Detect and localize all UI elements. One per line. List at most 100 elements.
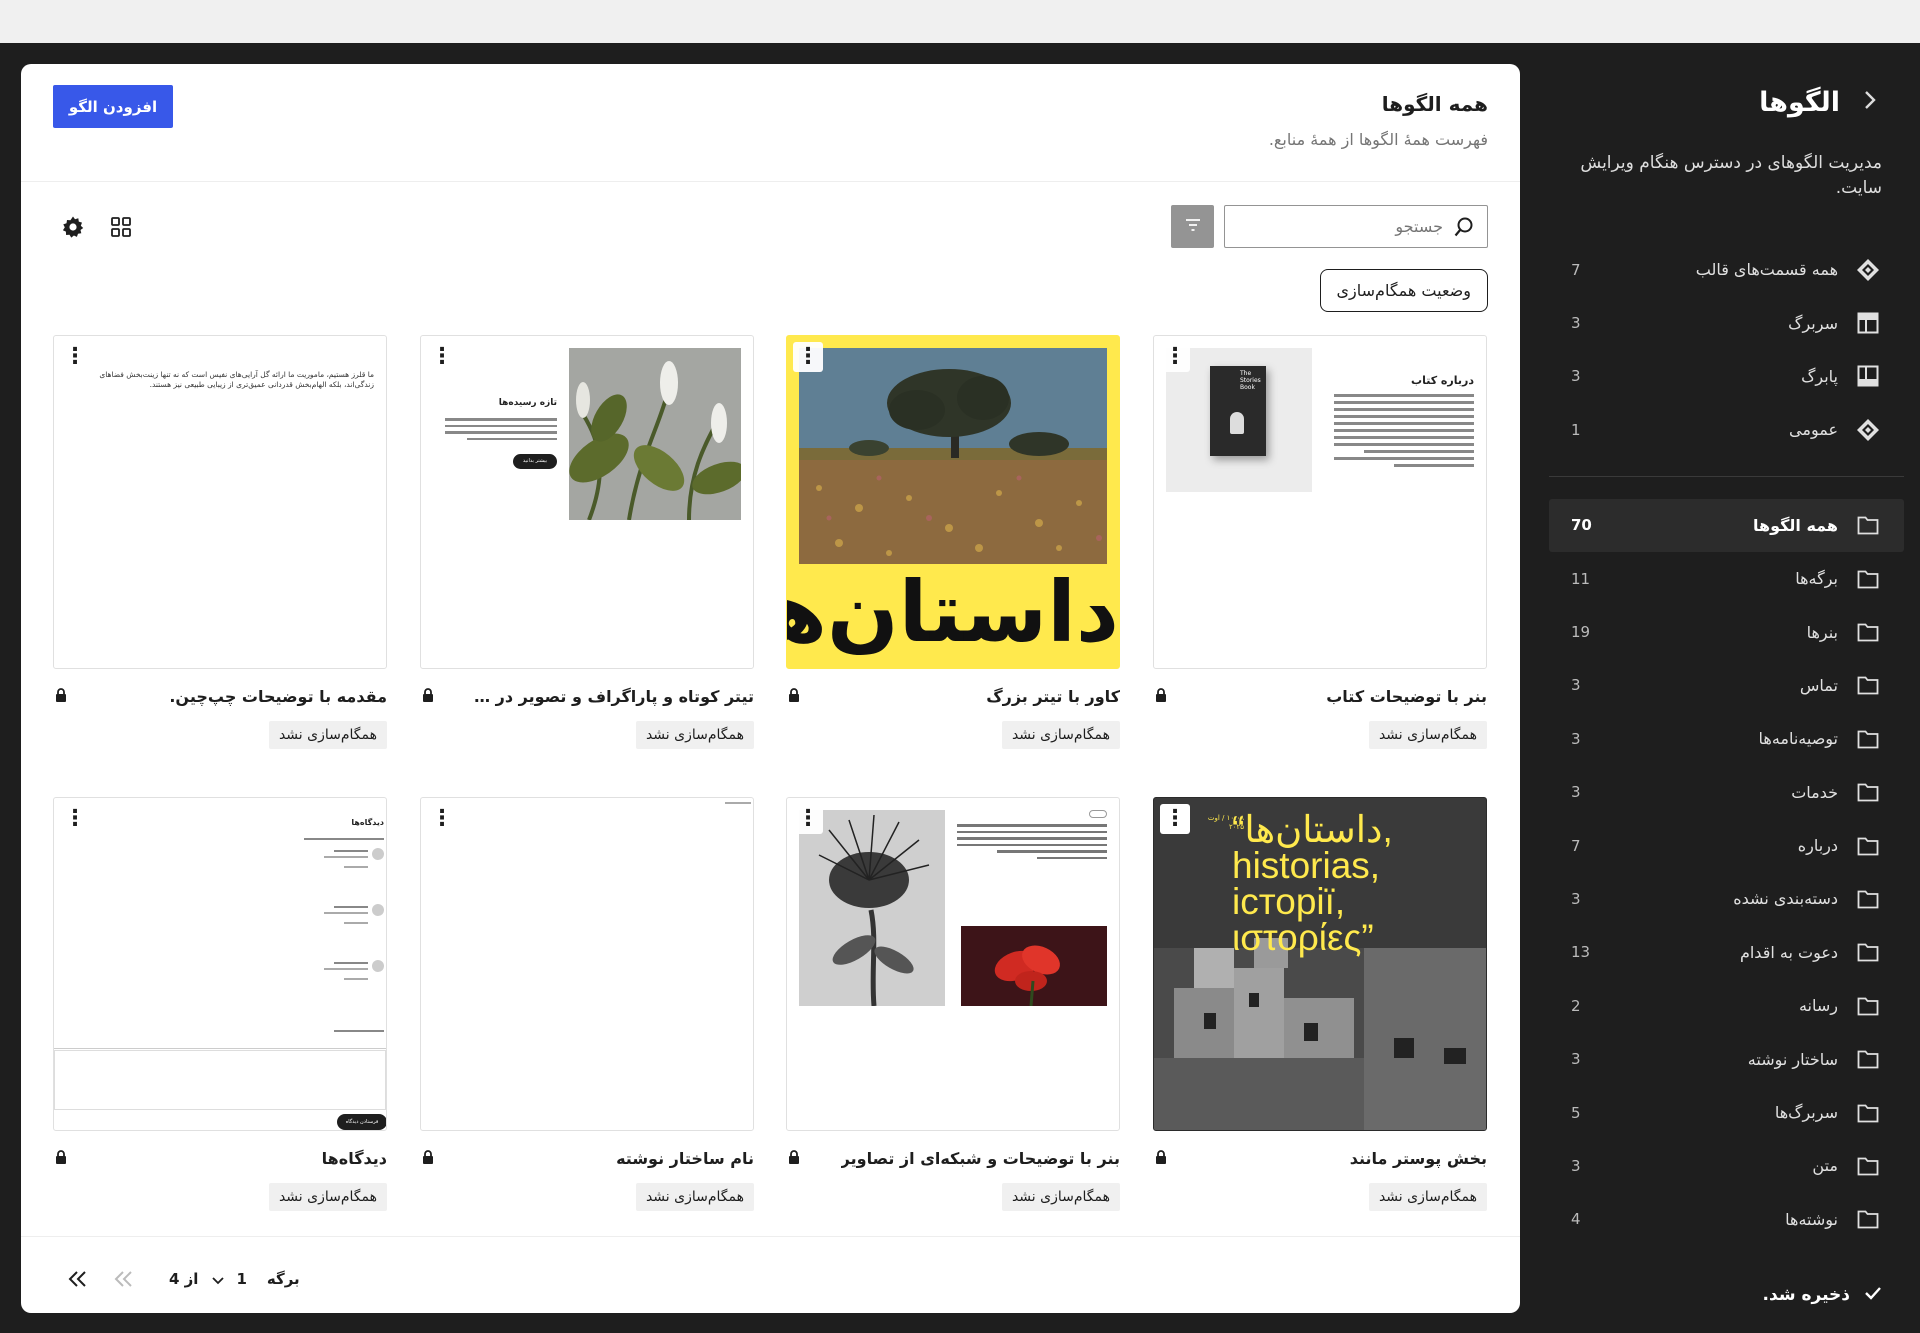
page-count: از 4 (169, 1270, 199, 1288)
more-options-icon[interactable]: ⋮ (60, 804, 90, 834)
sidebar-category-item[interactable]: توصیه‌نامه‌ها 3 (1549, 712, 1904, 765)
sidebar-item-count: 3 (1571, 367, 1581, 386)
sync-status-badge: همگام‌سازی نشد (1368, 721, 1487, 749)
next-page-icon (107, 1262, 141, 1296)
page-subtitle: فهرست همهٔ الگوها از همهٔ منابع. (1268, 130, 1488, 149)
page-title: همه الگوها (1381, 92, 1488, 116)
pattern-preview[interactable]: دیدگاه‌ها فرستادن دیدگاه ⋮ (53, 797, 387, 1131)
page-select[interactable]: 1 (212, 1270, 247, 1289)
sidebar-category-item[interactable]: درباره 7 (1549, 819, 1904, 872)
sidebar-category-count: 5 (1571, 1103, 1581, 1122)
lock-icon (420, 688, 434, 704)
sidebar-category-count: 11 (1571, 569, 1591, 588)
sidebar-category-item[interactable]: رسانه 2 (1549, 979, 1904, 1032)
sidebar-category-count: 4 (1571, 1210, 1581, 1229)
sidebar-category-label: خدمات (1791, 782, 1838, 802)
pattern-preview[interactable]: تازه رسیده‌ها بیشتر بدانید ⋮ (420, 335, 754, 669)
grid-view-icon[interactable] (109, 215, 133, 239)
sidebar-item-header[interactable]: سربرگ 3 (1549, 296, 1904, 349)
sidebar-category-count: 3 (1571, 1156, 1581, 1175)
lock-icon (786, 688, 800, 704)
book-about-heading: درباره کتاب (1411, 374, 1474, 387)
folder-icon (1854, 671, 1882, 699)
sidebar-category-count: 3 (1571, 676, 1581, 695)
pattern-title[interactable]: بخش پوستر مانند (1350, 1149, 1487, 1168)
pattern-title[interactable]: دیدگاه‌ها (322, 1149, 387, 1168)
filter-button[interactable] (1171, 205, 1214, 248)
sidebar-category-item[interactable]: نوشته‌ها 4 (1549, 1193, 1904, 1246)
filter-icon (1183, 216, 1203, 238)
more-options-icon[interactable]: ⋮ (1160, 342, 1190, 372)
sidebar-item-count: 3 (1571, 314, 1581, 333)
folder-icon (1854, 1152, 1882, 1180)
sidebar-item-general[interactable]: عمومی 1 (1549, 403, 1904, 456)
post-name-line (725, 802, 751, 804)
banner-tag (1089, 810, 1107, 818)
pattern-card: ⋮ نام ساختار نوشته همگام‌سازی نشد (420, 797, 754, 1211)
pattern-title[interactable]: نام ساختار نوشته (616, 1149, 754, 1168)
more-options-icon[interactable]: ⋮ (427, 342, 457, 372)
meadow-photo (799, 348, 1107, 564)
sync-status-badge: همگام‌سازی نشد (635, 721, 754, 749)
sidebar-category-count: 3 (1571, 1050, 1581, 1069)
sidebar-category-count: 3 (1571, 889, 1581, 908)
add-pattern-button[interactable]: افزودن الگو (53, 85, 173, 128)
lock-icon (1153, 1150, 1167, 1166)
sidebar-item-label: همه قسمت‌های قالب (1695, 260, 1838, 280)
sync-status-badge: همگام‌سازی نشد (1001, 1183, 1120, 1211)
pattern-preview[interactable]: ⋮ (786, 797, 1120, 1131)
last-page-icon[interactable] (61, 1262, 95, 1296)
sidebar-category-label: برگه‌ها (1795, 569, 1838, 589)
pattern-title[interactable]: بنر با توضیحات و شبکه‌ای از تصاویر (841, 1149, 1120, 1168)
sidebar-item-all-template-parts[interactable]: همه قسمت‌های قالب 7 (1549, 243, 1904, 296)
plant-photo (569, 348, 741, 520)
sidebar-item-label: سربرگ (1788, 313, 1838, 333)
pattern-title[interactable]: کاور با تیتر بزرگ (986, 687, 1120, 706)
more-options-icon[interactable]: ⋮ (60, 342, 90, 372)
sidebar-category-item[interactable]: ساختار نوشته 3 (1549, 1032, 1904, 1085)
sidebar-category-label: متن (1812, 1156, 1838, 1176)
pattern-title[interactable]: تیتر کوتاه و پاراگراف و تصویر در سم... (464, 687, 754, 706)
sidebar-category-item[interactable]: دعوت به اقدام 13 (1549, 926, 1904, 979)
sidebar-category-label: درباره (1797, 836, 1838, 856)
pattern-preview[interactable]: ما قلرز هستیم، ماموریت ما ارائه گل آرایی… (53, 335, 387, 669)
sidebar-category-label: نوشته‌ها (1785, 1209, 1838, 1229)
pattern-preview[interactable]: “داستان‌ها, historias, iсторії, ιστορίες… (1153, 797, 1487, 1131)
sync-status-filter[interactable]: وضعیت همگام‌سازی (1319, 269, 1488, 312)
back-chevron-icon[interactable] (1858, 88, 1882, 118)
sidebar-category-label: توصیه‌نامه‌ها (1758, 729, 1839, 749)
sidebar-category-label: سربرگ‌ها (1774, 1103, 1838, 1123)
search-input[interactable] (1237, 217, 1443, 236)
sidebar-category-item[interactable]: تماس 3 (1549, 659, 1904, 712)
pattern-preview[interactable]: ⋮ (420, 797, 754, 1131)
sidebar-category-item[interactable]: خدمات 3 (1549, 766, 1904, 819)
sidebar-category-item[interactable]: برگه‌ها 11 (1549, 552, 1904, 605)
gear-icon[interactable] (61, 215, 85, 239)
sidebar-category-item[interactable]: بنرها 19 (1549, 605, 1904, 658)
sidebar-category-item[interactable]: همه الگوها 70 (1549, 498, 1904, 552)
more-options-icon[interactable]: ⋮ (427, 804, 457, 834)
book-cover-figure (1230, 412, 1244, 434)
more-options-icon[interactable]: ⋮ (793, 804, 823, 834)
news-text-lines (445, 418, 557, 444)
pattern-preview[interactable]: داستان‌ها ⋮ (786, 335, 1120, 669)
more-options-icon[interactable]: ⋮ (793, 342, 823, 372)
banner-text-lines (957, 824, 1107, 863)
sidebar-category-count: 70 (1571, 516, 1592, 535)
more-options-icon[interactable]: ⋮ (1160, 804, 1190, 834)
sidebar-category-item[interactable]: متن 3 (1549, 1139, 1904, 1192)
sidebar-item-label: عمومی (1789, 420, 1838, 440)
pattern-preview[interactable]: The Stories Book درباره کتاب ⋮ (1153, 335, 1487, 669)
sidebar-item-footer[interactable]: پابرگ 3 (1549, 350, 1904, 403)
folder-icon (1854, 1045, 1882, 1073)
pattern-title[interactable]: مقدمه با توضیحات چپ‌چین. (169, 687, 387, 706)
sidebar-header: الگوها (1759, 87, 1882, 118)
sidebar-category-item[interactable]: سربرگ‌ها 5 (1549, 1086, 1904, 1139)
folder-icon (1854, 938, 1882, 966)
view-controls (61, 215, 133, 239)
news-button: بیشتر بدانید (513, 454, 557, 469)
sidebar-category-item[interactable]: دسته‌بندی نشده 3 (1549, 872, 1904, 925)
pattern-title[interactable]: بنر با توضیحات کتاب (1326, 687, 1487, 706)
news-heading: تازه رسیده‌ها (498, 398, 557, 408)
sync-status-badge: همگام‌سازی نشد (635, 1183, 754, 1211)
